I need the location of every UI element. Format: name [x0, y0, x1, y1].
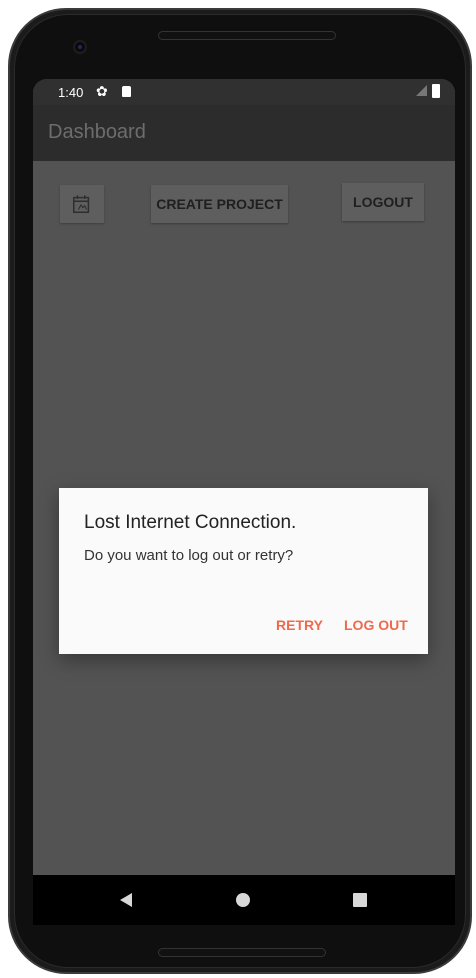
- calendar-button[interactable]: [60, 185, 104, 223]
- home-icon[interactable]: [236, 893, 250, 907]
- dialog-title: Lost Internet Connection.: [84, 512, 297, 533]
- battery-icon: [432, 84, 440, 98]
- app-bar: Dashboard: [33, 105, 455, 161]
- back-icon[interactable]: [120, 893, 132, 907]
- device-screen: 1:40 ✿ Dashboard CREATE PROJECT LOGOUT L…: [33, 79, 455, 925]
- camera-icon: [73, 40, 87, 54]
- sd-card-icon: [122, 86, 131, 97]
- calendar-icon: [73, 195, 90, 213]
- navigation-bar: [33, 875, 455, 925]
- recents-icon[interactable]: [353, 893, 367, 907]
- connection-dialog: Lost Internet Connection. Do you want to…: [59, 488, 428, 654]
- signal-icon: [416, 85, 427, 96]
- dialog-logout-button[interactable]: LOG OUT: [344, 617, 408, 633]
- top-speaker: [158, 31, 336, 40]
- dialog-message: Do you want to log out or retry?: [84, 547, 294, 564]
- gear-icon: ✿: [96, 83, 108, 99]
- page-title: Dashboard: [48, 121, 146, 143]
- dashboard-content: CREATE PROJECT LOGOUT Lost Internet Conn…: [33, 161, 455, 875]
- create-project-button[interactable]: CREATE PROJECT: [151, 185, 288, 223]
- status-time: 1:40: [58, 85, 84, 100]
- logout-button[interactable]: LOGOUT: [342, 183, 424, 221]
- retry-button[interactable]: RETRY: [276, 617, 323, 633]
- status-bar: 1:40 ✿: [33, 79, 455, 105]
- bottom-speaker: [158, 948, 326, 957]
